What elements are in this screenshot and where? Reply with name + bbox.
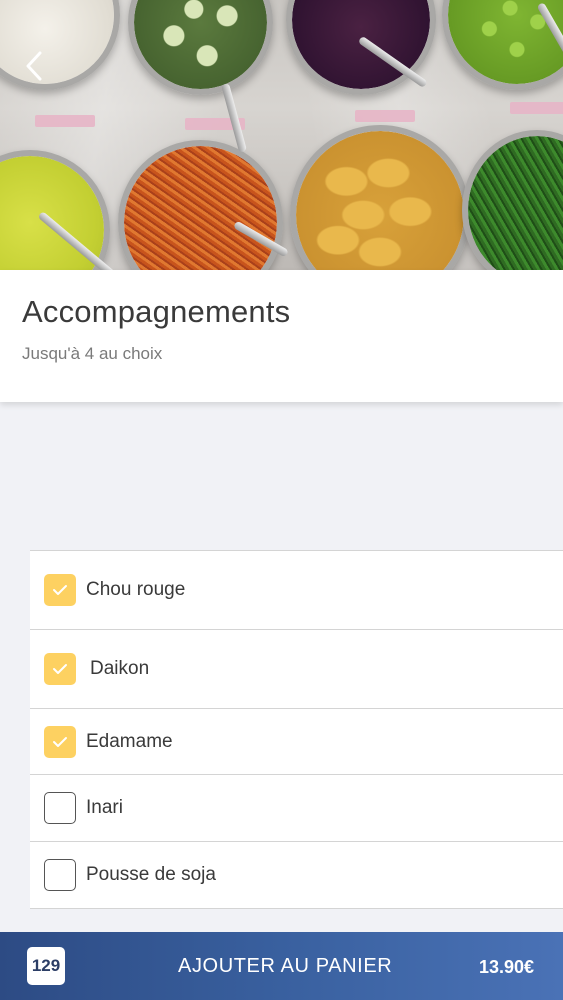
cart-price: 13.90€ [478, 957, 534, 977]
option-label: Daikon [90, 658, 150, 679]
hero-photo-toppings [0, 0, 563, 270]
option-pousse-de-soja[interactable]: Pousse de soja [30, 842, 563, 909]
checkmark-icon [53, 664, 67, 674]
option-edamame[interactable]: Edamame [30, 709, 563, 775]
option-daikon[interactable]: Daikon [30, 630, 563, 709]
checkmark-icon [53, 736, 67, 747]
section-header: Accompagnements Jusqu'à 4 au choix [0, 270, 563, 402]
option-checkbox[interactable] [44, 792, 76, 824]
section-title: Accompagnements [22, 294, 291, 329]
add-to-cart-button[interactable]: 129 AJOUTER AU PANIER 13.90€ [0, 932, 563, 1000]
option-label: Inari [86, 797, 123, 818]
section-subtitle: Jusqu'à 4 au choix [22, 344, 163, 363]
back-button[interactable] [18, 48, 50, 84]
option-label: Pousse de soja [86, 864, 216, 885]
checkmark-icon [53, 585, 67, 595]
option-checkbox[interactable] [44, 653, 76, 685]
option-inari[interactable]: Inari [30, 775, 563, 842]
option-label: Edamame [86, 730, 173, 752]
options-list: Chou rouge Daikon Edamame Inari Pousse d… [30, 550, 563, 909]
cart-count-badge: 129 [27, 947, 65, 985]
option-label: Chou rouge [86, 579, 186, 600]
option-chou-rouge[interactable]: Chou rouge [30, 551, 563, 630]
option-checkbox[interactable] [44, 574, 76, 606]
chevron-left-icon [26, 51, 42, 81]
option-checkbox[interactable] [44, 859, 76, 891]
option-checkbox[interactable] [44, 725, 76, 758]
add-to-cart-label: AJOUTER AU PANIER [178, 955, 393, 977]
